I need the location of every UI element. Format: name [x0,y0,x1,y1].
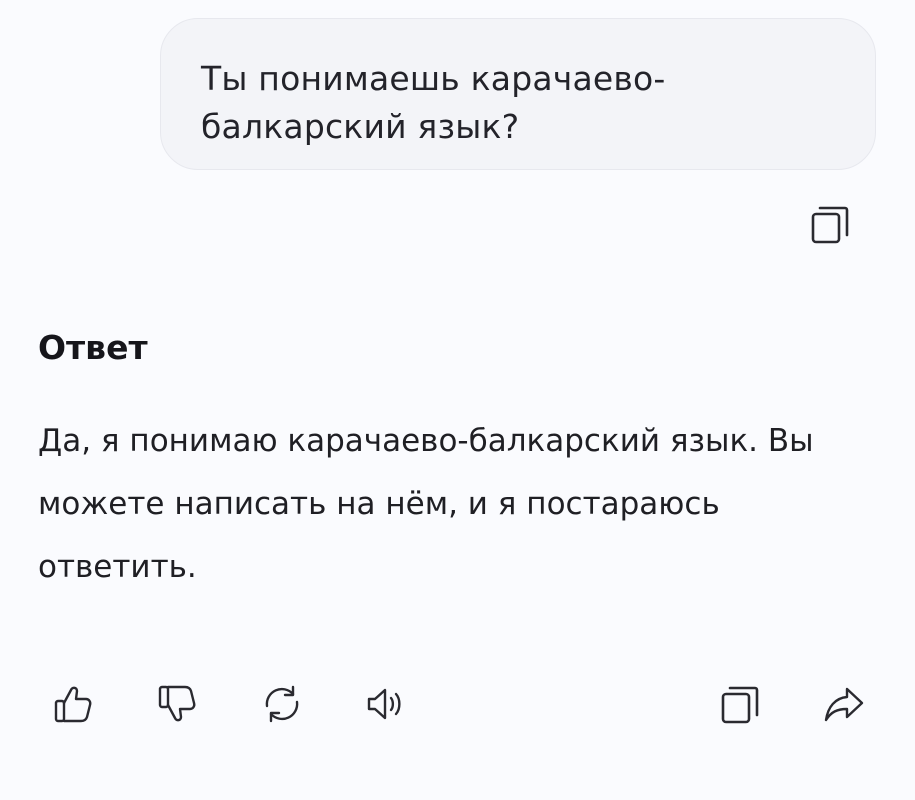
speaker-icon [364,682,408,726]
user-message-text: Ты понимаешь карачаево-балкарский язык? [201,59,666,146]
thumbs-down-icon [156,682,200,726]
share-icon [822,682,866,726]
share-button[interactable] [816,676,872,732]
copy-answer-button[interactable] [712,676,768,732]
like-button[interactable] [46,676,102,732]
copy-message-button[interactable] [802,196,858,252]
thumbs-up-icon [52,682,96,726]
speak-button[interactable] [358,676,414,732]
user-message-bubble: Ты понимаешь карачаево-балкарский язык? [160,18,876,170]
answer-action-bar [0,676,915,732]
chat-page: Ты понимаешь карачаево-балкарский язык? … [0,0,915,800]
answer-heading: Ответ [38,328,148,367]
copy-icon [718,682,762,726]
dislike-button[interactable] [150,676,206,732]
refresh-icon [260,682,304,726]
answer-text: Да, я понимаю карачаево-балкарский язык.… [38,423,814,585]
regenerate-button[interactable] [254,676,310,732]
copy-icon [808,202,852,246]
